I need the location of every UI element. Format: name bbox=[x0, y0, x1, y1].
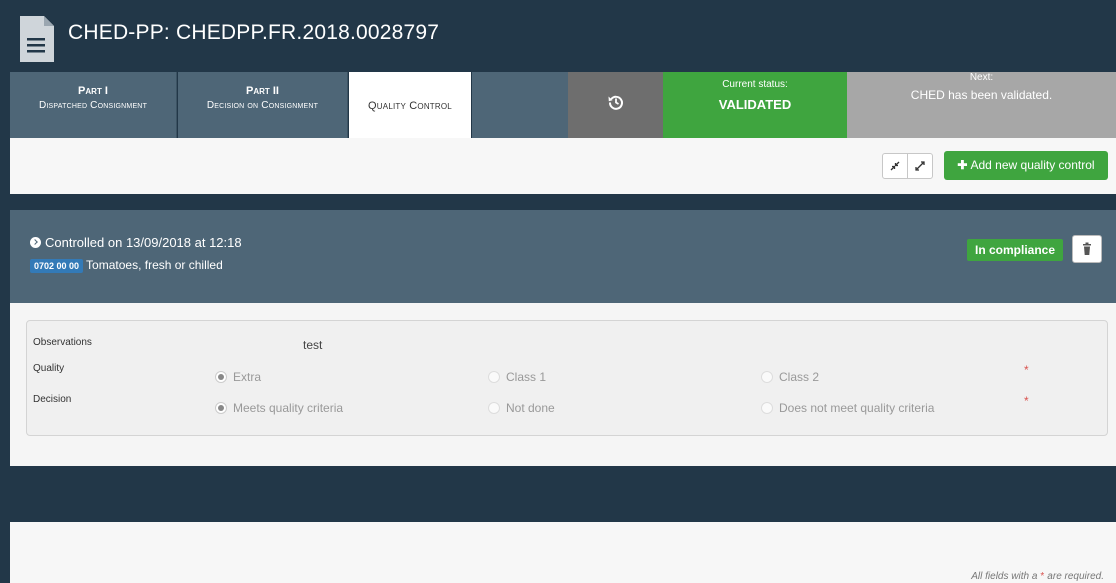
current-status: Current status: VALIDATED bbox=[663, 72, 847, 138]
quality-control-panel-header[interactable]: Controlled on 13/09/2018 at 12:18 0702 0… bbox=[10, 210, 1116, 303]
history-button[interactable] bbox=[568, 72, 663, 138]
toolbar: ✚ Add new quality control bbox=[10, 138, 1116, 194]
observations-label: Observations bbox=[33, 337, 92, 348]
tab-part-1[interactable]: Part I Dispatched Consignment bbox=[10, 72, 177, 138]
decision-label: Decision bbox=[33, 394, 72, 405]
required-asterisk: * bbox=[1040, 571, 1045, 582]
next-status-value: CHED has been validated. bbox=[910, 88, 1053, 102]
next-status: Next: CHED has been validated. bbox=[847, 72, 1116, 138]
add-quality-control-button[interactable]: ✚ Add new quality control bbox=[944, 151, 1108, 180]
page-title: CHED-PP: CHEDPP.FR.2018.0028797 bbox=[68, 21, 440, 44]
quality-option-extra[interactable]: Extra bbox=[215, 370, 261, 384]
required-fields-note: All fields with a * are required. bbox=[971, 571, 1104, 582]
collapse-all-button[interactable] bbox=[882, 153, 908, 179]
chevron-right-icon bbox=[30, 237, 41, 248]
radio-selected-icon bbox=[215, 402, 227, 414]
next-status-label: Next: bbox=[969, 72, 994, 83]
tab-part-2[interactable]: Part II Decision on Consignment bbox=[178, 72, 348, 138]
quality-option-class-1-label: Class 1 bbox=[506, 370, 547, 384]
radio-unselected-icon bbox=[761, 371, 773, 383]
radio-unselected-icon bbox=[488, 402, 500, 414]
quality-option-extra-label: Extra bbox=[233, 370, 262, 384]
radio-unselected-icon bbox=[488, 371, 500, 383]
current-status-value: VALIDATED bbox=[718, 97, 792, 112]
tab-part-2-subtitle: Decision on Consignment bbox=[206, 100, 319, 111]
quality-option-class-1[interactable]: Class 1 bbox=[488, 370, 546, 384]
current-status-label: Current status: bbox=[722, 79, 788, 90]
tab-part-1-title: Part I bbox=[78, 85, 108, 97]
quality-control-panel-body: Observations test Quality Extra Class 1 … bbox=[10, 303, 1116, 466]
history-icon bbox=[608, 95, 623, 110]
tab-bar: Part I Dispatched Consignment Part II De… bbox=[10, 72, 1116, 138]
commodity-description: Tomatoes, fresh or chilled bbox=[86, 258, 223, 272]
required-asterisk: * bbox=[1024, 363, 1029, 377]
control-title-text: Controlled on 13/09/2018 at 12:18 bbox=[45, 235, 242, 250]
decision-option-not-done-label: Not done bbox=[506, 401, 555, 415]
expand-icon bbox=[915, 161, 925, 171]
quality-option-class-2-label: Class 2 bbox=[779, 370, 820, 384]
observations-value: test bbox=[303, 338, 323, 352]
page-header: CHED-PP: CHEDPP.FR.2018.0028797 bbox=[10, 10, 1116, 72]
cn-code-badge: 0702 00 00 bbox=[30, 259, 84, 273]
decision-option-does-not-meet-label: Does not meet quality criteria bbox=[779, 401, 935, 415]
compliance-badge: In compliance bbox=[967, 239, 1064, 261]
commodity-line: 0702 00 00 Tomatoes, fresh or chilled bbox=[30, 258, 223, 273]
expand-all-button[interactable] bbox=[907, 153, 933, 179]
document-icon bbox=[20, 16, 54, 62]
radio-unselected-icon bbox=[761, 402, 773, 414]
trash-icon bbox=[1083, 242, 1091, 255]
radio-selected-icon bbox=[215, 371, 227, 383]
quality-option-class-2[interactable]: Class 2 bbox=[761, 370, 819, 384]
plus-icon: ✚ bbox=[957, 158, 968, 172]
quality-label: Quality bbox=[33, 363, 65, 374]
tab-part-1-subtitle: Dispatched Consignment bbox=[38, 100, 148, 111]
add-quality-control-label: Add new quality control bbox=[970, 158, 1095, 172]
required-asterisk: * bbox=[1024, 394, 1029, 408]
delete-control-button[interactable] bbox=[1072, 235, 1102, 263]
tab-quality-control[interactable]: Quality Control bbox=[349, 72, 471, 138]
quality-control-form: Observations test Quality Extra Class 1 … bbox=[26, 320, 1108, 436]
decision-option-does-not-meet[interactable]: Does not meet quality criteria bbox=[761, 401, 934, 415]
control-title[interactable]: Controlled on 13/09/2018 at 12:18 bbox=[30, 235, 242, 250]
tab-part-2-title: Part II bbox=[246, 85, 279, 97]
collapse-icon bbox=[890, 161, 900, 171]
decision-option-meets-label: Meets quality criteria bbox=[233, 401, 344, 415]
tab-quality-control-label: Quality Control bbox=[368, 100, 452, 112]
footer: All fields with a * are required. bbox=[10, 522, 1116, 583]
required-note-before: All fields with a bbox=[971, 571, 1038, 582]
decision-option-not-done[interactable]: Not done bbox=[488, 401, 555, 415]
required-note-after: are required. bbox=[1047, 571, 1104, 582]
tab-empty bbox=[472, 72, 568, 138]
decision-option-meets[interactable]: Meets quality criteria bbox=[215, 401, 343, 415]
